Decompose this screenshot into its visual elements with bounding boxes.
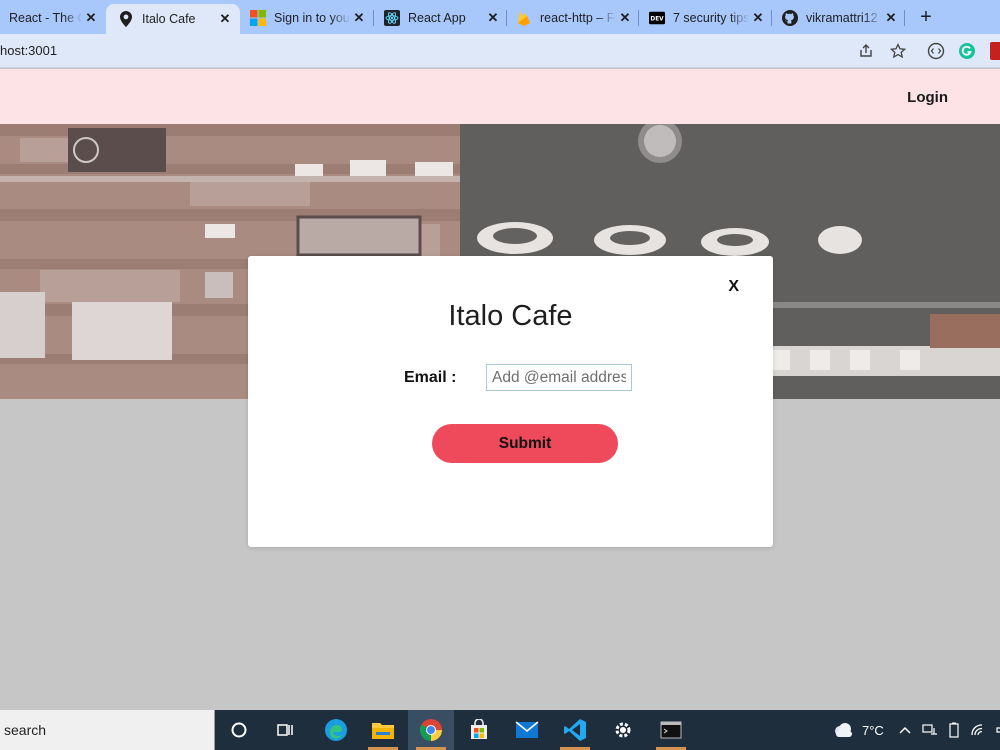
store-icon[interactable] — [456, 710, 502, 750]
address-bar: host:3001 — [0, 34, 1000, 68]
submit-button[interactable]: Submit — [432, 424, 618, 463]
close-icon[interactable]: ✕ — [882, 10, 900, 26]
tab-strip: React - The Complete Guide ✕ Italo Cafe … — [0, 0, 1000, 34]
wifi-icon[interactable] — [970, 723, 986, 737]
tab-react-http[interactable]: react-http – Firebase ✕ — [514, 4, 634, 32]
browser-window: React - The Complete Guide ✕ Italo Cafe … — [0, 0, 1000, 750]
edge-icon[interactable] — [313, 710, 359, 750]
grammarly-icon[interactable] — [958, 42, 976, 60]
tab-react-app[interactable]: React App ✕ — [382, 4, 502, 32]
tab-security-tips[interactable]: DEV 7 security tips ✕ — [647, 4, 767, 32]
close-icon[interactable]: ✕ — [350, 10, 368, 26]
close-icon[interactable]: ✕ — [749, 10, 767, 26]
volume-icon[interactable] — [996, 723, 1000, 737]
extension-icon[interactable] — [927, 42, 945, 60]
tab-separator — [373, 10, 374, 26]
svg-text:DEV: DEV — [650, 17, 664, 23]
close-icon[interactable]: ✕ — [82, 10, 100, 26]
bookmark-star-icon[interactable] — [889, 42, 907, 60]
udemy-icon — [0, 10, 6, 26]
taskbar-search-text: search — [4, 722, 47, 738]
network-icon[interactable] — [922, 723, 938, 737]
tab-separator — [771, 10, 772, 26]
microsoft-icon — [250, 10, 266, 26]
tab-italo-cafe[interactable]: Italo Cafe ✕ — [106, 4, 240, 34]
temperature-text: 7°C — [862, 722, 884, 738]
tab-github[interactable]: vikramattri12 ✕ — [780, 4, 900, 32]
tab-sign-in[interactable]: Sign in to your account ✕ — [244, 4, 368, 32]
firebase-icon — [516, 10, 532, 26]
url-text[interactable]: host:3001 — [0, 43, 57, 58]
mail-icon[interactable] — [504, 710, 550, 750]
close-icon[interactable]: ✕ — [616, 10, 634, 26]
terminal-icon[interactable] — [648, 710, 694, 750]
battery-icon[interactable] — [948, 722, 960, 738]
github-icon — [782, 10, 798, 26]
vscode-icon[interactable] — [552, 710, 598, 750]
close-modal-button[interactable]: X — [728, 278, 739, 296]
tab-separator — [638, 10, 639, 26]
chevron-up-icon[interactable] — [898, 725, 912, 735]
email-label: Email : — [404, 369, 457, 386]
profile-icon[interactable] — [988, 42, 1000, 60]
close-icon[interactable]: ✕ — [216, 11, 234, 27]
taskbar-search-box[interactable]: search — [0, 710, 215, 750]
modal-title: Italo Cafe — [448, 300, 573, 332]
cortana-icon[interactable] — [216, 710, 262, 750]
dev-icon: DEV — [649, 10, 665, 26]
close-icon[interactable]: ✕ — [484, 10, 502, 26]
new-tab-button[interactable]: + — [915, 6, 937, 28]
windows-taskbar: search 7°C — [0, 710, 1000, 750]
share-icon[interactable] — [857, 42, 875, 60]
tab-separator — [904, 10, 905, 26]
chrome-icon[interactable] — [408, 710, 454, 750]
email-input[interactable] — [486, 364, 632, 391]
weather-widget[interactable]: 7°C — [832, 710, 884, 750]
tab-react-guide[interactable]: React - The Complete Guide ✕ — [0, 4, 100, 32]
cloud-icon — [832, 722, 854, 738]
login-modal: X Italo Cafe Email : Submit — [248, 256, 773, 547]
react-icon — [384, 10, 400, 26]
file-explorer-icon[interactable] — [360, 710, 406, 750]
settings-icon[interactable] — [600, 710, 646, 750]
task-view-icon[interactable] — [262, 710, 308, 750]
tab-separator — [506, 10, 507, 26]
location-pin-icon — [118, 11, 134, 27]
system-tray — [898, 710, 1000, 750]
app-navbar: Login — [0, 69, 1000, 124]
login-link[interactable]: Login — [907, 89, 948, 106]
